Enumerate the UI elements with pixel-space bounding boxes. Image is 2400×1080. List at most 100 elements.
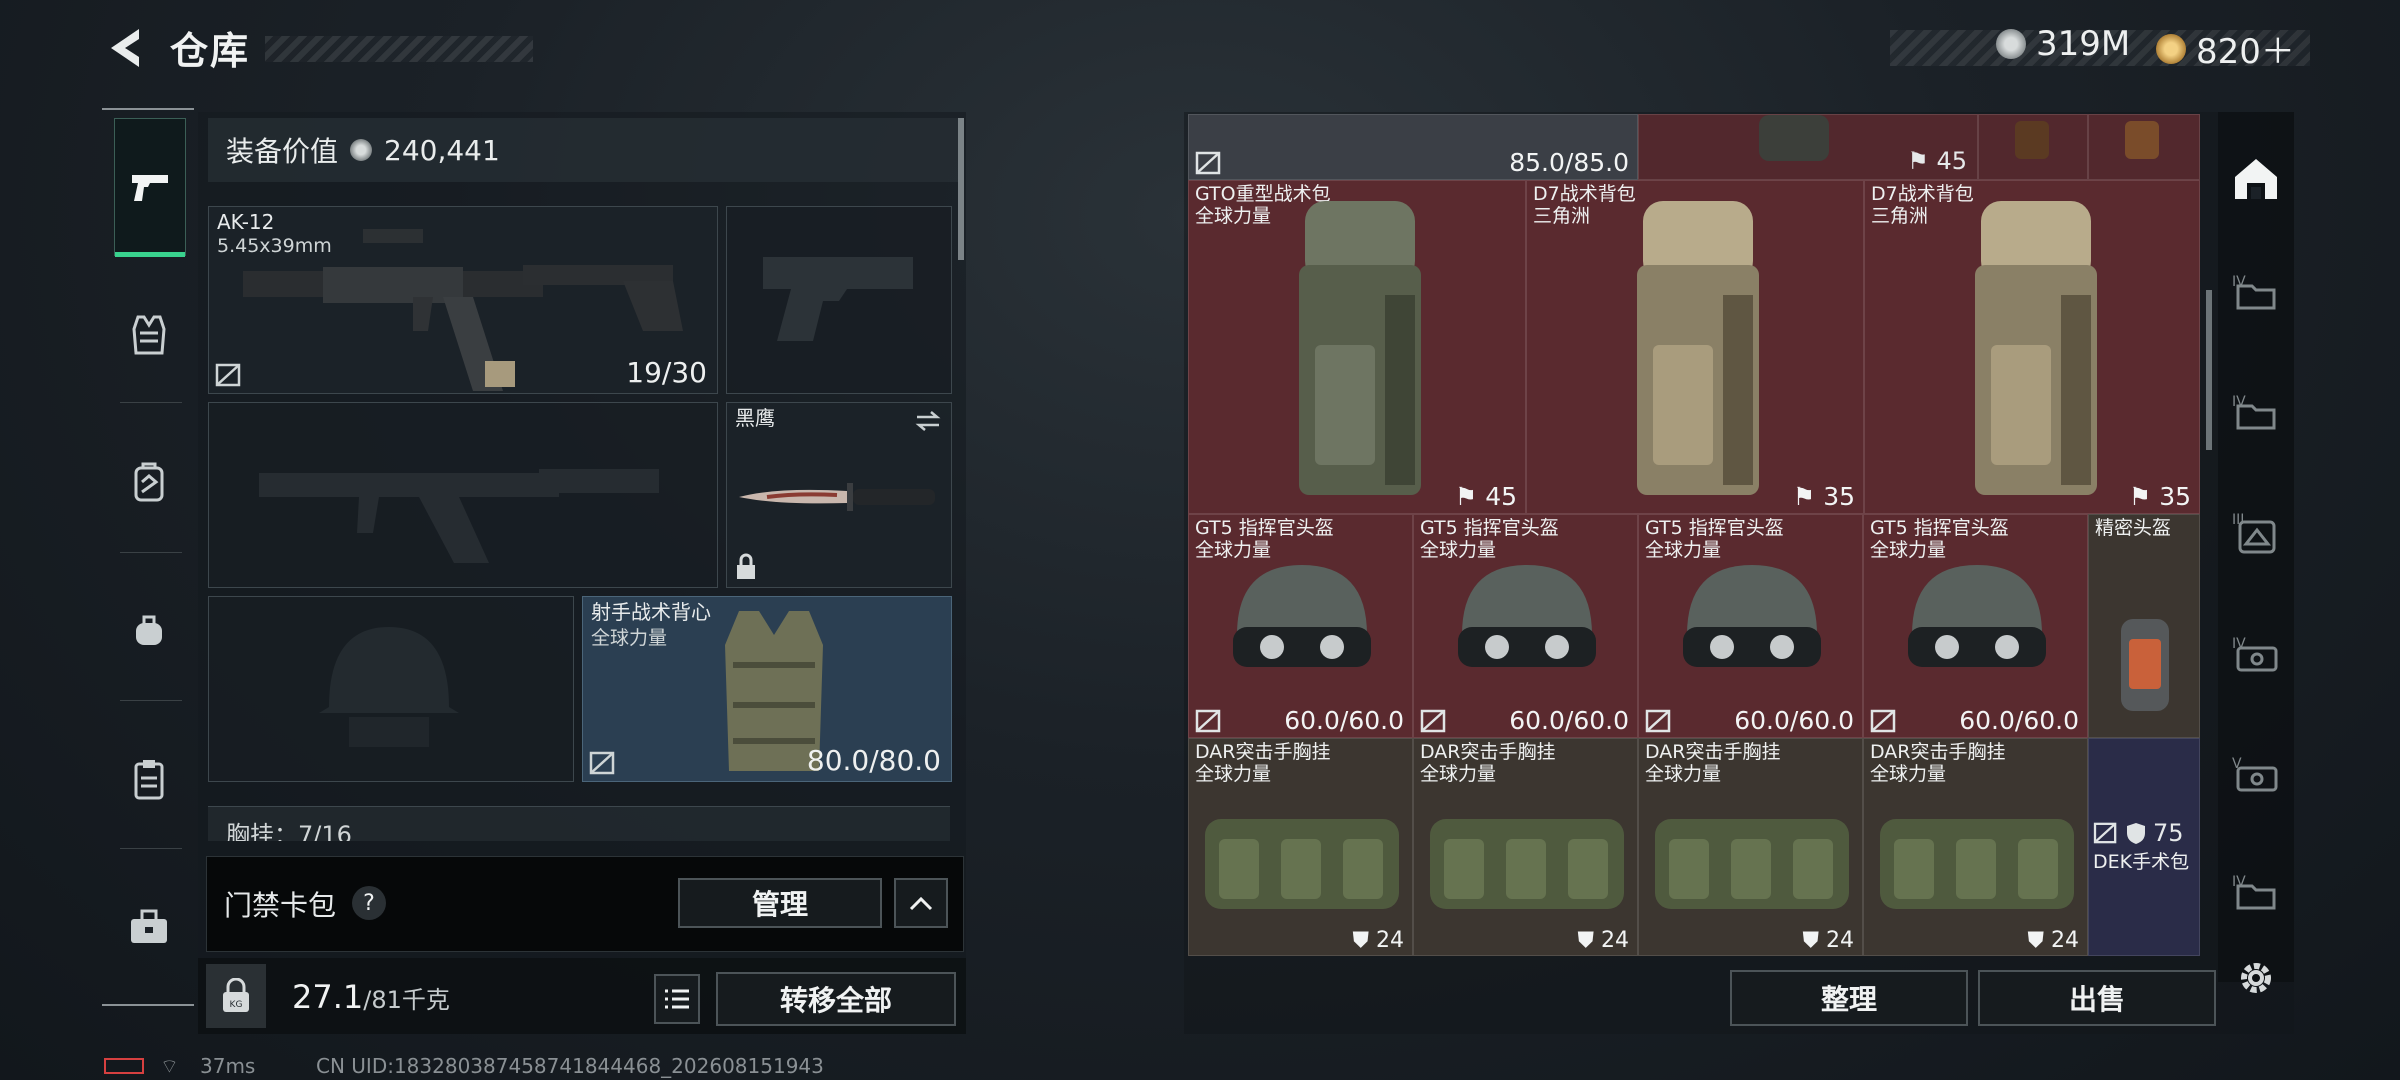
equipment-value-amount: 240,441 (384, 133, 500, 167)
list-icon (665, 989, 689, 1009)
melee-slot[interactable]: 黑鹰 (726, 402, 952, 588)
stash-tab-warehouse[interactable] (2226, 148, 2286, 208)
knife-image (739, 483, 935, 511)
helmet-image (1233, 565, 1371, 667)
bottle-image (2125, 121, 2159, 159)
stash-tab-1[interactable]: IV (2226, 262, 2286, 322)
bottle-image (2015, 121, 2049, 159)
stash-item-backpack[interactable]: D7战术背包 三角洲 ⚑ 35 (1864, 180, 2200, 514)
stash-item-helmet[interactable]: GT5 指挥官头盔 全球力量 60.0/60.0 (1413, 514, 1638, 738)
vest-name: 射手战术背心 (591, 600, 711, 624)
no-insure-icon (1195, 709, 1221, 733)
sell-button[interactable]: 出售 (1978, 970, 2216, 1026)
stash-item-partial[interactable] (2088, 114, 2200, 180)
settings-button[interactable] (2226, 948, 2286, 1008)
category-armor-tab[interactable] (114, 300, 184, 370)
manage-button[interactable]: 管理 (678, 878, 882, 928)
stash-item-chest-rig[interactable]: DAR突击手胸挂 全球力量 ⛊ 24 (1863, 738, 2088, 956)
stash-item-chest-rig[interactable]: DAR突击手胸挂 全球力量 ⛊ 24 (1638, 738, 1863, 956)
pistol-slot[interactable] (726, 206, 952, 394)
collapse-button[interactable] (894, 878, 948, 928)
item-name: GT5 指挥官头盔 (1870, 517, 2009, 539)
stash-item-backpack[interactable]: GTO重型战术包 全球力量 ⚑ 45 (1188, 180, 1526, 514)
primary-weapon-slot[interactable]: AK-12 5.45x39mm 19/30 (208, 206, 718, 394)
rail-divider (120, 402, 182, 403)
item-count-value: 75 (2153, 819, 2184, 847)
rail-top-divider (102, 108, 194, 110)
backpack-icon (134, 462, 164, 502)
sort-button[interactable]: 整理 (1730, 970, 1968, 1026)
stash-tab-4[interactable]: IV (2226, 624, 2286, 684)
item-name: D7战术背包 (1871, 183, 1974, 205)
weight-lock-button[interactable]: KG (206, 964, 266, 1028)
no-insure-icon (215, 363, 241, 387)
toolbox-icon (131, 909, 167, 943)
battery-icon (104, 1058, 144, 1074)
keycard-label: 门禁卡包 (224, 889, 337, 922)
keycard-help-icon[interactable]: ? (352, 886, 386, 920)
item-name: D7战术背包 (1533, 183, 1636, 205)
secondary-weapon-slot[interactable] (208, 402, 718, 588)
vest-slot[interactable]: 射手战术背心 全球力量 80.0/80.0 (582, 596, 952, 782)
pistol-silhouette-icon (763, 257, 913, 341)
item-count: ⛊ 24 (1577, 928, 1629, 953)
stash-item-helmet[interactable]: GT5 指挥官头盔 全球力量 60.0/60.0 (1863, 514, 2088, 738)
stash-item-backpack[interactable]: D7战术背包 三角洲 ⚑ 35 (1526, 180, 1864, 514)
item-count-value: 35 (1823, 482, 1855, 511)
lock-icon (737, 553, 755, 579)
helmet-image (1908, 565, 2046, 667)
weight-icon: ⚑ (1792, 482, 1816, 511)
category-backpack-tab[interactable] (114, 448, 184, 518)
vest-mini-icon: ⛊ (1352, 928, 1369, 953)
item-name: DAR突击手胸挂 (1645, 741, 1781, 763)
helmet-slot[interactable] (208, 596, 574, 782)
helmet-image (1458, 565, 1596, 667)
stash-item-chest-rig[interactable]: DAR突击手胸挂 全球力量 ⛊ 24 (1188, 738, 1413, 956)
item-image (1759, 115, 1829, 161)
melee-name: 黑鹰 (735, 406, 775, 430)
chest-rig-header[interactable]: 胸挂：7/16 (208, 806, 950, 841)
category-pouch-tab[interactable] (114, 596, 184, 666)
backpack-image (1637, 201, 1759, 495)
gold-currency[interactable]: 820＋ (2156, 24, 2295, 73)
weight-readout: 27.1 /81千克 (292, 978, 450, 1016)
stash-item-helmet[interactable]: GT5 指挥官头盔 全球力量 60.0/60.0 (1638, 514, 1863, 738)
item-count-value: 24 (1376, 928, 1404, 953)
stash-tab-5[interactable]: V (2226, 744, 2286, 804)
silver-coin-icon (350, 139, 373, 161)
stash-tab-6[interactable]: IV (2226, 862, 2286, 922)
stash-item-precision-helmet[interactable]: 精密头盔 (2088, 514, 2200, 738)
category-toolbox-tab[interactable] (114, 892, 184, 962)
svg-text:III: III (2232, 512, 2244, 528)
back-button[interactable] (100, 22, 150, 74)
stash-tab-2[interactable]: IV (2226, 382, 2286, 442)
category-weapons-tab[interactable] (114, 118, 186, 257)
equipment-value-bar: 装备价值 240,441 (208, 118, 960, 182)
rifle-silhouette-icon (259, 469, 659, 563)
stash-item-partial[interactable]: 85.0/85.0 (1188, 114, 1638, 180)
equipment-scrollbar[interactable] (958, 118, 964, 260)
stash-tab-3[interactable]: III (2226, 502, 2286, 562)
stash-item-partial[interactable]: ⚑ 45 (1638, 114, 1978, 180)
chest-rig-capacity: 胸挂：7/16 (226, 821, 352, 841)
rail-divider (120, 552, 182, 553)
item-count-value: 45 (1485, 482, 1517, 511)
list-view-button[interactable] (654, 974, 700, 1024)
item-count: ⛊ 24 (1352, 928, 1404, 953)
rig-image (1205, 819, 1399, 909)
stash-item-helmet[interactable]: GT5 指挥官头盔 全球力量 60.0/60.0 (1188, 514, 1413, 738)
rail-bottom-divider (102, 1004, 194, 1006)
helmet-image (1683, 565, 1821, 667)
gun-case-icon: IV (2232, 636, 2278, 672)
stash-item-chest-rig[interactable]: DAR突击手胸挂 全球力量 ⛊ 24 (1413, 738, 1638, 956)
category-clipboard-tab[interactable] (114, 744, 184, 814)
stash-item-partial[interactable] (1978, 114, 2088, 180)
stash-item-surgical-kit[interactable]: 75 DEK手术包 (2088, 738, 2200, 956)
stash-grid: 85.0/85.0 ⚑ 45 GTO重型战术包 全球力量 ⚑ 45 D7战术背包… (1188, 114, 2200, 956)
swap-icon[interactable] (913, 409, 943, 433)
weight-max: /81千克 (363, 986, 450, 1014)
pouch-icon (136, 615, 162, 645)
item-count: ⚑ 45 (1907, 147, 1967, 175)
transfer-all-button[interactable]: 转移全部 (716, 972, 956, 1026)
stash-scrollbar[interactable] (2206, 290, 2212, 450)
